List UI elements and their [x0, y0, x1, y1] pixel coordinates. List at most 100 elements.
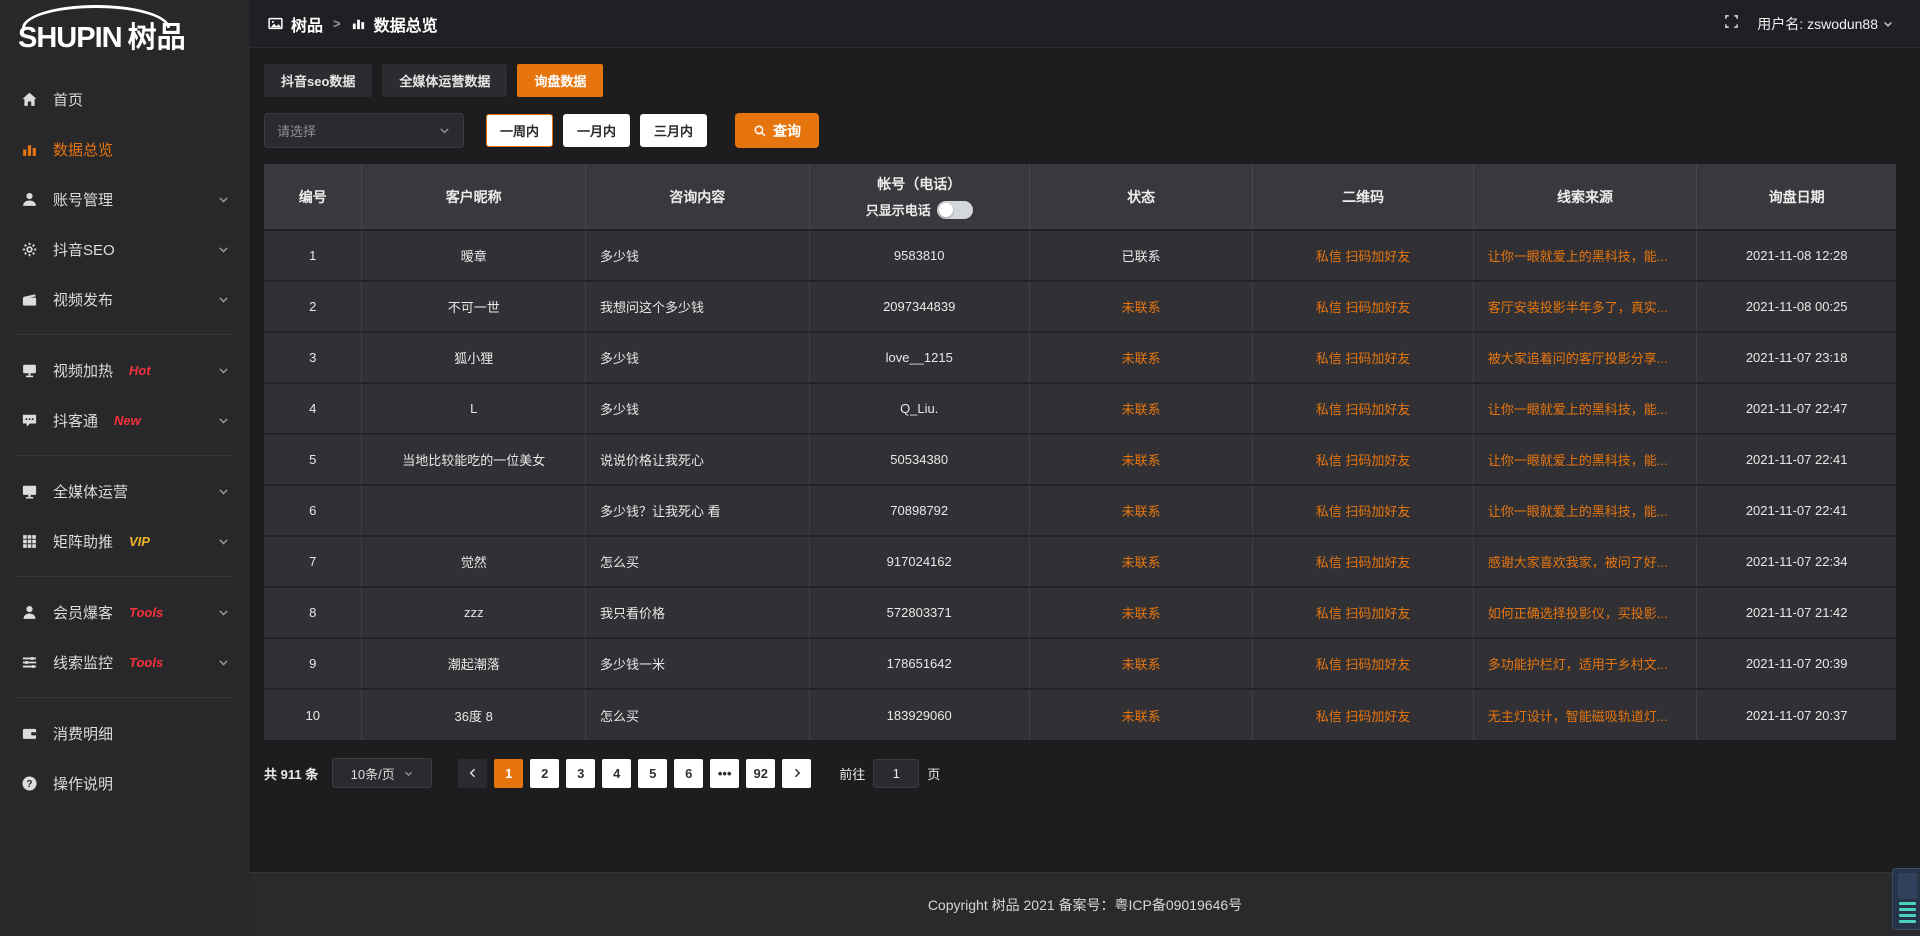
page-number-button[interactable]: 2 [530, 759, 559, 788]
cell-source-link[interactable]: 让你一眼就爱上的黑科技，能... [1473, 434, 1697, 485]
cell-content: 多少钱 [585, 383, 809, 434]
cell-status: 未联系 [1029, 332, 1253, 383]
tab-item[interactable]: 全媒体运营数据 [382, 64, 507, 97]
footer: Copyright 树品 2021 备案号：粤ICP备09019646号 [250, 872, 1920, 936]
cell-content: 说说价格让我死心 [585, 434, 809, 485]
sidebar-item[interactable]: 消费明细 [0, 708, 250, 758]
sidebar-item-badge: New [114, 413, 141, 428]
cell-content: 多少钱 [585, 332, 809, 383]
chevron-down-icon [217, 535, 230, 548]
sidebar-item[interactable]: 全媒体运营 [0, 466, 250, 516]
chevron-down-icon [217, 243, 230, 256]
cell-source-link[interactable]: 如何正确选择投影仪，买投影... [1473, 587, 1697, 638]
page-number-button[interactable]: 3 [566, 759, 595, 788]
logo-en: SHUPIN [18, 22, 122, 54]
breadcrumb-root[interactable]: 树品 [291, 12, 323, 36]
chevron-down-icon [438, 124, 451, 137]
sidebar-item-label: 矩阵助推 [53, 531, 113, 552]
chevron-down-icon [403, 768, 414, 779]
phone-toggle-label: 只显示电话 [866, 200, 931, 219]
sidebar-item[interactable]: 抖客通New [0, 395, 250, 445]
breadcrumb-current: 数据总览 [374, 12, 438, 36]
breadcrumb-separator: > [333, 16, 341, 31]
page-number-button[interactable]: 92 [746, 759, 775, 788]
user-menu[interactable]: 用户名: zswodun88 [1757, 14, 1894, 34]
page-jump-input[interactable] [873, 759, 919, 788]
next-page-button[interactable] [782, 759, 811, 788]
search-icon [753, 124, 767, 138]
sidebar-item-badge: Tools [129, 605, 163, 620]
cell-qrcode-link[interactable]: 私信 扫码加好友 [1253, 587, 1473, 638]
page-number-button[interactable]: 6 [674, 759, 703, 788]
screen-icon [20, 483, 39, 500]
cell-qrcode-link[interactable]: 私信 扫码加好友 [1253, 332, 1473, 383]
cell-qrcode-link[interactable]: 私信 扫码加好友 [1253, 230, 1473, 281]
cell-qrcode-link[interactable]: 私信 扫码加好友 [1253, 689, 1473, 740]
cell-qrcode-link[interactable]: 私信 扫码加好友 [1253, 638, 1473, 689]
column-header: 线索来源 [1473, 164, 1697, 230]
copyright-text: Copyright 树品 2021 备案号：粤ICP备09019646号 [928, 895, 1242, 915]
sidebar-item[interactable]: 数据总览 [0, 124, 250, 174]
cell-status: 未联系 [1029, 689, 1253, 740]
chevron-down-icon [1882, 18, 1894, 30]
logo-cn: 树品 [128, 22, 186, 54]
search-button[interactable]: 查询 [735, 113, 819, 148]
cell-account: Q_Liu. [809, 383, 1029, 434]
range-button[interactable]: 一周内 [486, 114, 553, 147]
cell-status: 未联系 [1029, 536, 1253, 587]
range-button[interactable]: 一月内 [563, 114, 630, 147]
cell-date: 2021-11-08 00:25 [1697, 281, 1896, 332]
fullscreen-icon[interactable] [1724, 14, 1739, 34]
chevron-down-icon [217, 364, 230, 377]
cell-source-link[interactable]: 被大家追着问的客厅投影分享... [1473, 332, 1697, 383]
cell-qrcode-link[interactable]: 私信 扫码加好友 [1253, 434, 1473, 485]
cell-source-link[interactable]: 让你一眼就爱上的黑科技，能... [1473, 230, 1697, 281]
sidebar-item[interactable]: ?操作说明 [0, 758, 250, 808]
sidebar-item[interactable]: 会员爆客 Tools [0, 587, 250, 637]
cell-content: 怎么买 [585, 689, 809, 740]
sidebar-item[interactable]: 视频加热Hot [0, 345, 250, 395]
sidebar-item[interactable]: 账号管理 [0, 174, 250, 224]
range-button[interactable]: 三月内 [640, 114, 707, 147]
table-body: 1暧章多少钱9583810已联系私信 扫码加好友让你一眼就爱上的黑科技，能...… [264, 230, 1896, 740]
contact-widget[interactable] [1892, 868, 1920, 930]
page-jump-prefix: 前往 [839, 764, 865, 783]
cell-source-link[interactable]: 客厅安装投影半年多了，真实... [1473, 281, 1697, 332]
tab-item[interactable]: 抖音seo数据 [264, 64, 372, 97]
sidebar-item-label: 消费明细 [53, 723, 113, 744]
cell-id: 8 [264, 587, 362, 638]
cell-source-link[interactable]: 无主灯设计，智能磁吸轨道灯... [1473, 689, 1697, 740]
wallet-icon [20, 725, 39, 742]
cell-id: 4 [264, 383, 362, 434]
user-label: 用户名: [1757, 14, 1803, 34]
cell-account: 917024162 [809, 536, 1029, 587]
sidebar-item-label: 首页 [53, 89, 83, 110]
cell-qrcode-link[interactable]: 私信 扫码加好友 [1253, 536, 1473, 587]
cell-qrcode-link[interactable]: 私信 扫码加好友 [1253, 281, 1473, 332]
sidebar-item[interactable]: 抖音SEO [0, 224, 250, 274]
prev-page-button[interactable] [458, 759, 487, 788]
cell-source-link[interactable]: 让你一眼就爱上的黑科技，能... [1473, 383, 1697, 434]
cell-id: 10 [264, 689, 362, 740]
filter-select[interactable]: 请选择 [264, 113, 464, 148]
sidebar-item[interactable]: 矩阵助推VIP [0, 516, 250, 566]
page-size-select[interactable]: 10条/页 [332, 758, 432, 788]
cell-account: 572803371 [809, 587, 1029, 638]
cell-source-link[interactable]: 感谢大家喜欢我家，被问了好... [1473, 536, 1697, 587]
sidebar-item[interactable]: 线索监控Tools [0, 637, 250, 687]
pagination: 共 911 条 10条/页 123456•••92 前往 页 [264, 758, 1896, 788]
cell-qrcode-link[interactable]: 私信 扫码加好友 [1253, 383, 1473, 434]
chevron-down-icon [217, 414, 230, 427]
phone-only-toggle[interactable] [937, 201, 973, 219]
sidebar-item[interactable]: 首页 [0, 74, 250, 124]
page-number-button[interactable]: ••• [710, 759, 739, 788]
sidebar-item[interactable]: 视频发布 [0, 274, 250, 324]
page-number-button[interactable]: 4 [602, 759, 631, 788]
cell-source-link[interactable]: 让你一眼就爱上的黑科技，能... [1473, 485, 1697, 536]
tab-active[interactable]: 询盘数据 [517, 64, 603, 97]
cell-qrcode-link[interactable]: 私信 扫码加好友 [1253, 485, 1473, 536]
page-number-button[interactable]: 5 [638, 759, 667, 788]
sidebar-item-label: 会员爆客 [53, 602, 113, 623]
cell-source-link[interactable]: 多功能护栏灯，适用于乡村文... [1473, 638, 1697, 689]
page-number-button[interactable]: 1 [494, 759, 523, 788]
